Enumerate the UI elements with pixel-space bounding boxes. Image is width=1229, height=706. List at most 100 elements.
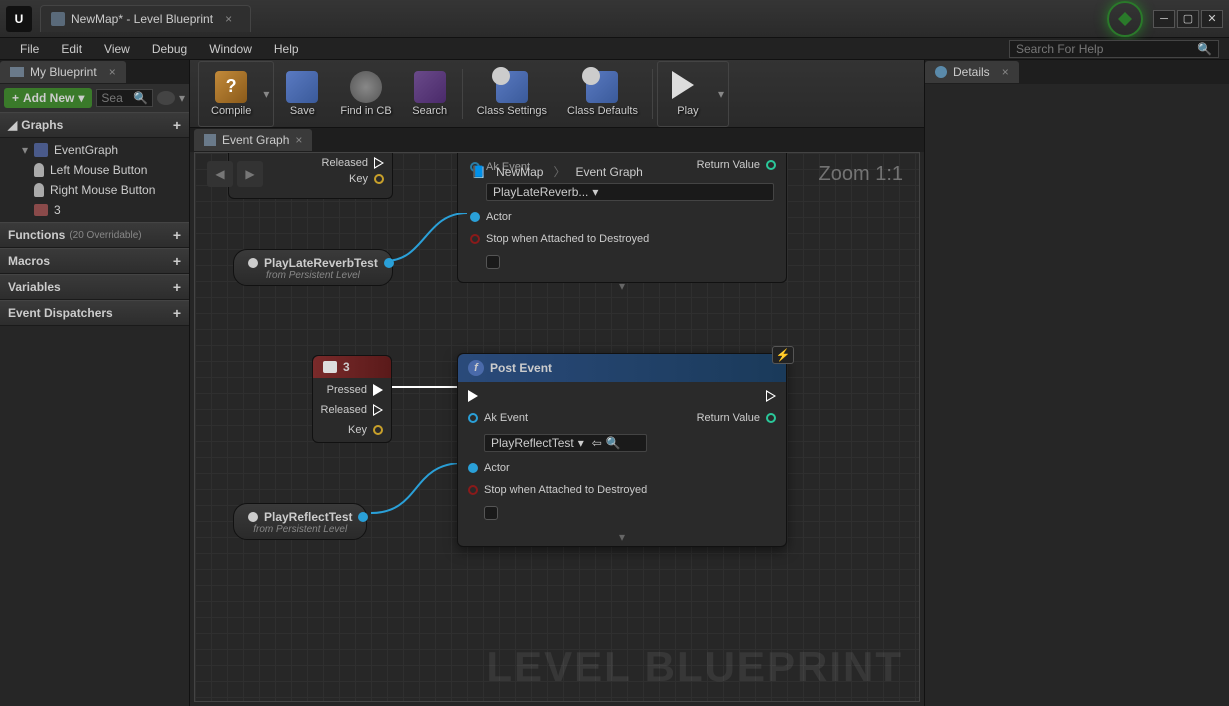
expand-icon: ▾ xyxy=(22,143,28,157)
section-functions[interactable]: Functions (20 Overridable) + xyxy=(0,222,189,248)
close-details-tab-icon[interactable]: × xyxy=(1002,65,1009,79)
graph-tab-icon xyxy=(204,134,216,146)
close-panel-icon[interactable]: × xyxy=(109,65,116,79)
mouse-icon xyxy=(34,183,44,197)
menu-view[interactable]: View xyxy=(94,39,140,59)
nav-back-button[interactable]: ◀ xyxy=(207,161,233,187)
exec-output-pin[interactable] xyxy=(766,390,776,402)
expand-node-icon[interactable]: ▾ xyxy=(458,528,786,546)
actor-input-pin[interactable] xyxy=(470,212,480,222)
add-variable-button[interactable]: + xyxy=(173,279,181,295)
save-icon xyxy=(286,71,318,103)
maximize-button[interactable]: ▢ xyxy=(1177,10,1199,28)
play-dropdown[interactable]: ▾ xyxy=(716,64,726,124)
bool-input-pin[interactable] xyxy=(468,485,478,495)
graph-icon xyxy=(34,143,48,157)
source-control-badge-icon[interactable] xyxy=(1107,1,1143,37)
exec-input-pin[interactable] xyxy=(468,390,478,402)
object-icon xyxy=(248,512,258,522)
key-3-event-node[interactable]: 3 Pressed Released Key xyxy=(312,355,392,443)
actor-input-pin[interactable] xyxy=(468,463,478,473)
bool-input-pin[interactable] xyxy=(470,234,480,244)
search-help-input[interactable]: Search For Help 🔍 xyxy=(1009,40,1219,58)
browse-icon[interactable]: ⇦ xyxy=(592,436,602,450)
akevent-dropdown[interactable]: PlayReflectTest▾ ⇦🔍 xyxy=(484,434,647,452)
chevron-down-icon[interactable]: ▾ xyxy=(179,91,185,105)
search-button[interactable]: Search xyxy=(404,64,456,124)
close-graph-tab-icon[interactable]: × xyxy=(295,133,302,147)
class-defaults-button[interactable]: Class Defaults xyxy=(559,64,646,124)
class-settings-button[interactable]: Class Settings xyxy=(469,64,555,124)
add-new-button[interactable]: + Add New ▾ xyxy=(4,88,92,108)
tree-left-mouse[interactable]: Left Mouse Button xyxy=(0,160,189,180)
menu-help[interactable]: Help xyxy=(264,39,309,59)
eye-visibility-icon[interactable] xyxy=(157,91,175,105)
add-dispatcher-button[interactable]: + xyxy=(173,305,181,321)
ref-node-playreflect[interactable]: PlayReflectTest from Persistent Level xyxy=(233,503,367,540)
menu-file[interactable]: File xyxy=(10,39,49,59)
my-blueprint-search-input[interactable]: Sea 🔍 xyxy=(96,89,153,107)
use-selected-icon[interactable]: 🔍 xyxy=(606,436,621,450)
akevent-input-pin[interactable] xyxy=(468,413,478,423)
graph-canvas[interactable]: ◀ ▶ 📘 NewMap 〉 Event Graph Zoom 1:1 LEVE… xyxy=(194,152,920,702)
window-title-tab[interactable]: NewMap* - Level Blueprint × xyxy=(40,5,251,32)
window-title-text: NewMap* - Level Blueprint xyxy=(71,12,213,26)
keyboard-key-icon xyxy=(323,361,337,373)
chevron-down-icon: ▾ xyxy=(78,91,84,105)
graph-tab[interactable]: Event Graph × xyxy=(194,129,312,151)
save-button[interactable]: Save xyxy=(276,64,328,124)
tree-eventgraph[interactable]: ▾ EventGraph xyxy=(0,140,189,160)
breakpoint-icon[interactable]: ⚡ xyxy=(772,346,794,364)
play-button[interactable]: Play xyxy=(662,64,714,124)
add-macro-button[interactable]: + xyxy=(173,253,181,269)
search-icon: 🔍 xyxy=(133,91,148,105)
key-output-pin[interactable] xyxy=(374,174,384,184)
menu-window[interactable]: Window xyxy=(199,39,262,59)
compile-button[interactable]: Compile xyxy=(203,64,259,124)
add-graph-button[interactable]: + xyxy=(173,117,181,133)
exec-pin-out[interactable] xyxy=(374,157,384,169)
find-in-cb-button[interactable]: Find in CB xyxy=(332,64,399,124)
key-output-pin[interactable] xyxy=(373,425,383,435)
watermark: LEVEL BLUEPRINT xyxy=(486,643,903,691)
gear-icon xyxy=(496,71,528,103)
section-macros[interactable]: Macros + xyxy=(0,248,189,274)
close-tab-icon[interactable]: × xyxy=(225,12,232,26)
tree-right-mouse[interactable]: Right Mouse Button xyxy=(0,180,189,200)
close-button[interactable]: ✕ xyxy=(1201,10,1223,28)
expand-node-icon[interactable]: ▾ xyxy=(458,277,786,295)
compile-dropdown[interactable]: ▾ xyxy=(261,64,271,124)
minimize-button[interactable]: ─ xyxy=(1153,10,1175,28)
collapse-icon: ◢ xyxy=(8,118,17,132)
add-function-button[interactable]: + xyxy=(173,227,181,243)
section-variables[interactable]: Variables + xyxy=(0,274,189,300)
details-tab[interactable]: Details × xyxy=(925,61,1019,83)
post-event-node[interactable]: ⚡ fPost Event Ak Event PlayReflectTest▾ … xyxy=(457,353,787,547)
stop-checkbox[interactable] xyxy=(484,506,498,520)
my-blueprint-tab[interactable]: My Blueprint × xyxy=(0,61,126,83)
object-output-pin[interactable] xyxy=(384,258,394,268)
section-event-dispatchers[interactable]: Event Dispatchers + xyxy=(0,300,189,326)
ref-node-playlatereverb[interactable]: PlayLateReverbTest from Persistent Level xyxy=(233,249,393,286)
function-icon: f xyxy=(468,360,484,376)
titlebar: U NewMap* - Level Blueprint × ─ ▢ ✕ xyxy=(0,0,1229,38)
menu-debug[interactable]: Debug xyxy=(142,39,197,59)
object-output-pin[interactable] xyxy=(358,512,368,522)
tree-key-3[interactable]: 3 xyxy=(0,200,189,220)
menu-edit[interactable]: Edit xyxy=(51,39,92,59)
blueprint-file-icon xyxy=(51,12,65,26)
ue-logo-icon[interactable]: U xyxy=(6,6,32,32)
akevent-dropdown[interactable]: PlayLateReverb...▾ xyxy=(486,183,774,201)
graph-panel: Compile ▾ Save Find in CB Search Class S… xyxy=(190,60,924,706)
nav-forward-button[interactable]: ▶ xyxy=(237,161,263,187)
panel-tab-icon xyxy=(10,67,24,77)
released-exec-pin[interactable] xyxy=(373,404,383,416)
section-graphs[interactable]: ◢Graphs + xyxy=(0,112,189,138)
stop-checkbox[interactable] xyxy=(486,255,500,269)
window-controls: ─ ▢ ✕ xyxy=(1107,1,1223,37)
find-icon xyxy=(350,71,382,103)
my-blueprint-tab-label: My Blueprint xyxy=(30,65,97,79)
pressed-exec-pin[interactable] xyxy=(373,384,383,396)
return-value-pin[interactable] xyxy=(766,413,776,423)
defaults-icon xyxy=(586,71,618,103)
